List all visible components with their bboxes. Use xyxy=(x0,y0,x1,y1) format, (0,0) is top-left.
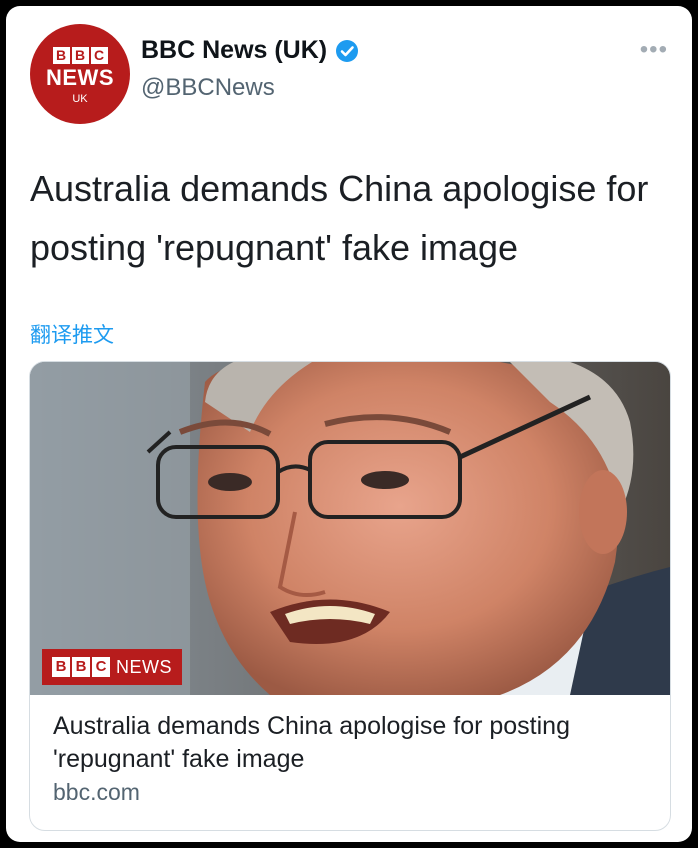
badge-logo-block: B xyxy=(52,657,70,677)
avatar-news-text: NEWS xyxy=(46,65,114,90)
display-name[interactable]: BBC News (UK) xyxy=(141,36,327,65)
article-photo-illustration xyxy=(30,362,670,695)
bbc-news-badge: B B C NEWS xyxy=(42,649,182,685)
link-card-title[interactable]: Australia demands China apologise for po… xyxy=(53,710,653,776)
link-card-domain: bbc.com xyxy=(53,779,140,805)
account-name-row: BBC News (UK) xyxy=(141,36,359,65)
article-photo: B B C NEWS xyxy=(30,362,670,695)
badge-news-text: NEWS xyxy=(116,656,172,677)
verified-badge-icon xyxy=(336,39,359,62)
logo-block: B xyxy=(52,47,70,64)
more-options-icon[interactable]: ••• xyxy=(640,36,668,64)
bbc-logo: B B C xyxy=(52,47,108,64)
badge-logo-block: C xyxy=(92,657,110,677)
translate-tweet-link[interactable]: 翻译推文 xyxy=(30,319,114,349)
link-preview-card[interactable]: B B C NEWS Australia demands China apolo… xyxy=(29,361,671,831)
tweet-text: Australia demands China apologise for po… xyxy=(30,168,649,268)
account-handle[interactable]: @BBCNews xyxy=(141,74,275,102)
tweet-card: B B C NEWS UK BBC News (UK) @BBCNews •••… xyxy=(6,6,692,842)
avatar-uk-text: UK xyxy=(72,93,88,105)
logo-block: B xyxy=(71,47,89,64)
logo-block: C xyxy=(90,47,108,64)
avatar[interactable]: B B C NEWS UK xyxy=(30,24,130,124)
badge-logo-block: B xyxy=(72,657,90,677)
badge-bbc-logo: B B C xyxy=(52,657,110,677)
